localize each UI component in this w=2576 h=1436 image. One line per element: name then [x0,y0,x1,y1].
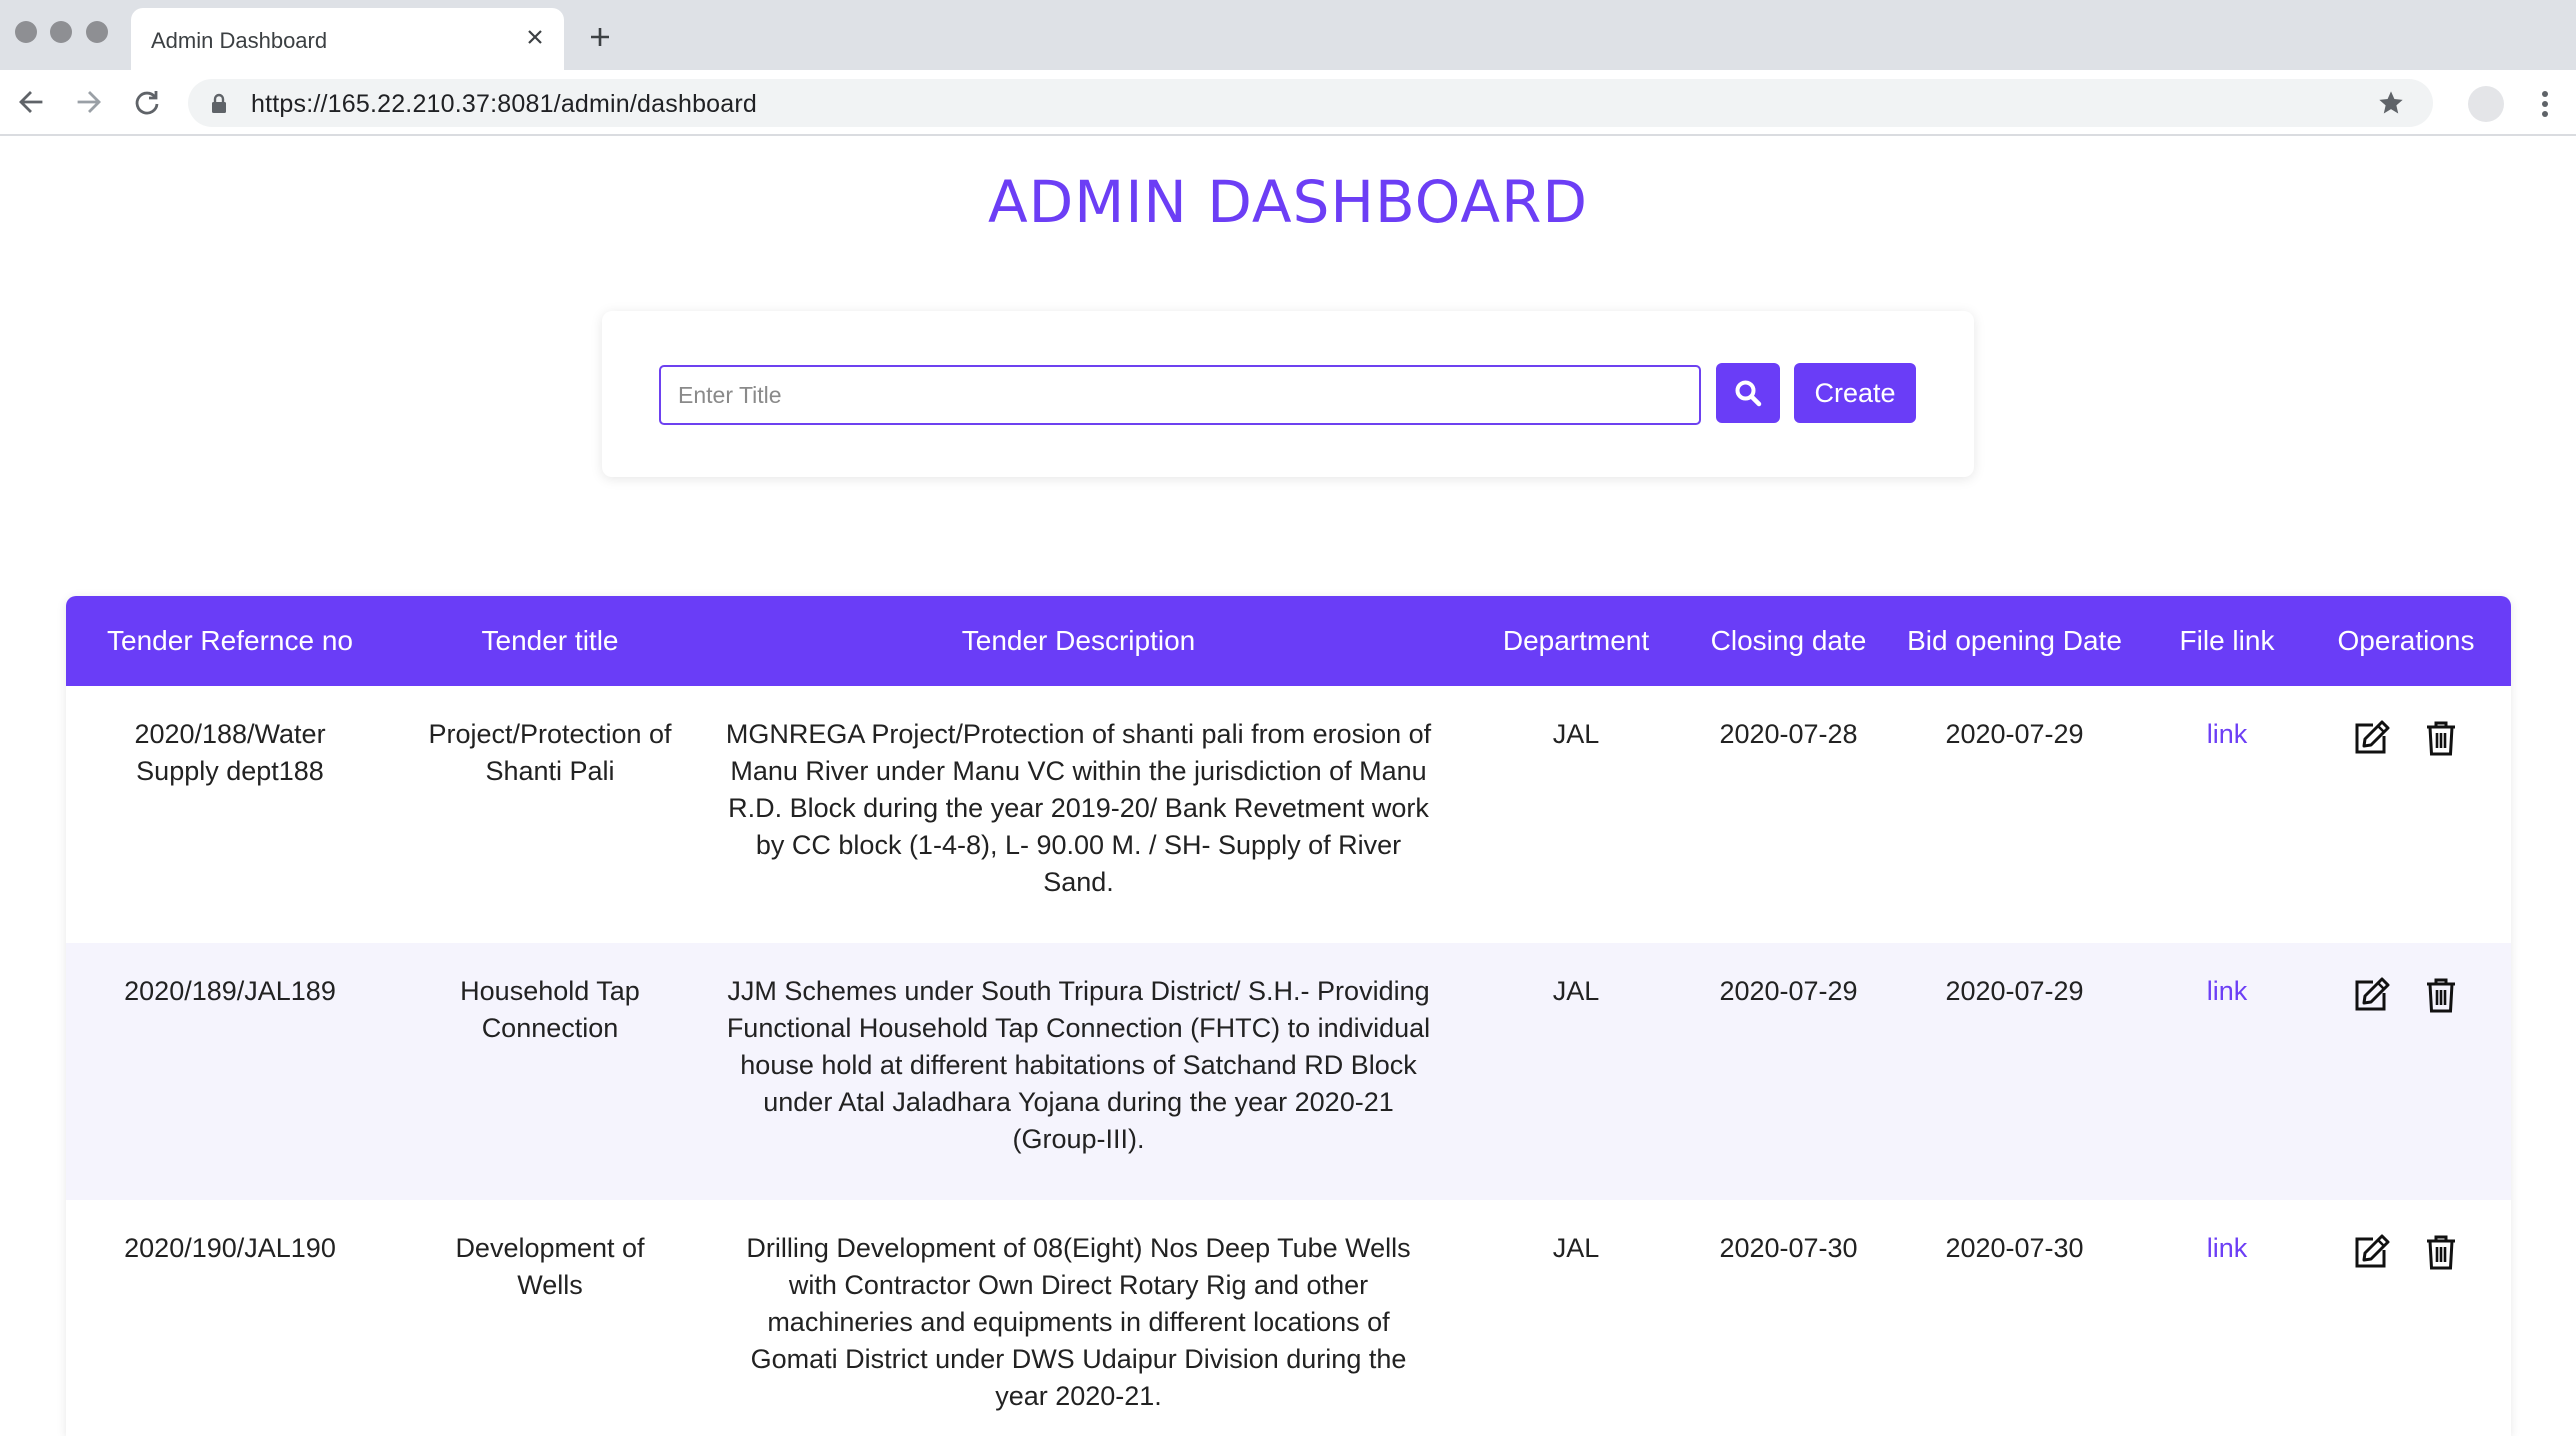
search-button[interactable] [1716,363,1780,423]
tab-title: Admin Dashboard [151,28,328,53]
trash-icon[interactable] [2421,1232,2461,1272]
file-link[interactable]: link [2207,719,2248,749]
cell-bid-opening-date: 2020-07-30 [1945,1233,2084,1263]
back-arrow-icon[interactable] [14,85,48,119]
profile-avatar[interactable] [2468,86,2504,122]
search-icon [1735,380,1762,407]
cell-operations [2301,943,2511,1200]
cell-closing-date: 2020-07-30 [1719,1233,1858,1263]
trash-icon[interactable] [2421,718,2461,758]
close-icon[interactable] [520,22,550,52]
edit-icon[interactable] [2351,718,2391,758]
cell-title: Household Tap Connection [460,976,640,1043]
header-tender-title[interactable]: Tender title [394,596,706,686]
browser-toolbar: https://165.22.210.37:8081/admin/dashboa… [0,70,2576,136]
lock-icon [208,92,230,114]
cell-closing-date: 2020-07-28 [1719,719,1858,749]
cell-ref: 2020/188/Water Supply dept188 [134,719,326,786]
cell-department: JAL [1552,719,1600,749]
address-bar[interactable]: https://165.22.210.37:8081/admin/dashboa… [188,79,2433,127]
cell-description: JJM Schemes under South Tripura District… [726,976,1431,1154]
header-tender-description[interactable]: Tender Description [706,596,1451,686]
cell-title: Project/Protection of Shanti Pali [428,719,672,786]
header-file-link[interactable]: File link [2153,596,2301,686]
reload-icon[interactable] [130,85,164,119]
page-title: ADMIN DASHBOARD [987,168,1589,236]
browser-tab[interactable]: Admin Dashboard [131,8,564,70]
cell-operations [2301,1200,2511,1436]
cell-title: Development of Wells [455,1233,645,1300]
cell-bid-opening-date: 2020-07-29 [1945,719,2084,749]
edit-icon[interactable] [2351,1232,2391,1272]
trash-icon[interactable] [2421,975,2461,1015]
table-row: 2020/190/JAL190 Development of Wells Dri… [66,1200,2511,1436]
cell-file-link: link [2153,686,2301,943]
tender-table: Tender Refernce no Tender title Tender D… [66,596,2511,1436]
file-link[interactable]: link [2207,1233,2248,1263]
header-operations[interactable]: Operations [2301,596,2511,686]
search-card: Create [602,311,1974,477]
create-button[interactable]: Create [1794,363,1916,423]
header-tender-ref[interactable]: Tender Refernce no [66,596,394,686]
title-search-input[interactable] [659,365,1701,425]
cell-ref: 2020/189/JAL189 [124,976,336,1006]
more-vert-icon[interactable] [2533,87,2557,121]
window-maximize-dot[interactable] [86,21,108,43]
edit-icon[interactable] [2351,975,2391,1015]
forward-arrow-icon[interactable] [72,85,106,119]
window-close-dot[interactable] [15,21,37,43]
cell-bid-opening-date: 2020-07-29 [1945,976,2084,1006]
cell-description: MGNREGA Project/Protection of shanti pal… [725,719,1432,897]
cell-closing-date: 2020-07-29 [1719,976,1858,1006]
table-header-row: Tender Refernce no Tender title Tender D… [66,596,2511,686]
header-closing-date[interactable]: Closing date [1701,596,1876,686]
cell-operations [2301,686,2511,943]
bookmark-star-icon[interactable] [2377,89,2405,117]
file-link[interactable]: link [2207,976,2248,1006]
cell-department: JAL [1552,1233,1600,1263]
header-department[interactable]: Department [1451,596,1701,686]
table-row: 2020/189/JAL189 Household Tap Connection… [66,943,2511,1200]
plus-icon[interactable] [585,22,615,52]
header-bid-opening-date[interactable]: Bid opening Date [1876,596,2153,686]
cell-ref: 2020/190/JAL190 [124,1233,336,1263]
window-minimize-dot[interactable] [50,21,72,43]
browser-tab-bar: Admin Dashboard [0,0,2576,70]
cell-file-link: link [2153,1200,2301,1436]
table-row: 2020/188/Water Supply dept188 Project/Pr… [66,686,2511,943]
cell-file-link: link [2153,943,2301,1200]
cell-department: JAL [1552,976,1600,1006]
url-text: https://165.22.210.37:8081/admin/dashboa… [251,90,758,118]
cell-description: Drilling Development of 08(Eight) Nos De… [746,1233,1411,1411]
